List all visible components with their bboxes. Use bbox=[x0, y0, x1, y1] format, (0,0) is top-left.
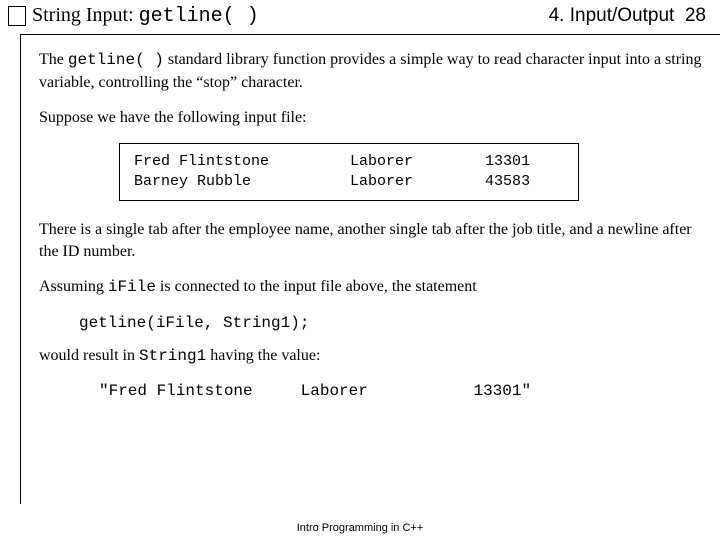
header-right: 4. Input/Output 28 bbox=[549, 5, 706, 27]
chapter-label: 4. Input/Output bbox=[549, 5, 675, 26]
title-code: getline( ) bbox=[139, 5, 259, 28]
result-value: "Fred Flintstone Laborer 13301" bbox=[99, 381, 706, 403]
assuming-t2: is connected to the input file above, th… bbox=[156, 278, 477, 295]
header-box-icon bbox=[8, 6, 26, 26]
suppose-paragraph: Suppose we have the following input file… bbox=[39, 107, 706, 129]
slide-title: String Input: getline( ) bbox=[32, 4, 259, 28]
intro-t1: The bbox=[39, 51, 68, 68]
assuming-code: iFile bbox=[108, 278, 156, 296]
code-statement: getline(iFile, String1); bbox=[79, 313, 706, 335]
assuming-t1: Assuming bbox=[39, 278, 108, 295]
slide: String Input: getline( ) 4. Input/Output… bbox=[0, 0, 720, 540]
tab-paragraph: There is a single tab after the employee… bbox=[39, 219, 706, 262]
slide-footer: Intro Programming in C++ bbox=[0, 522, 720, 534]
page-number: 28 bbox=[685, 5, 706, 26]
result-code: String1 bbox=[139, 347, 206, 365]
intro-code: getline( ) bbox=[68, 51, 164, 69]
result-paragraph: would result in String1 having the value… bbox=[39, 345, 706, 368]
intro-paragraph: The getline( ) standard library function… bbox=[39, 49, 706, 93]
input-file-box: Fred Flintstone Laborer 13301 Barney Rub… bbox=[119, 143, 579, 202]
slide-content: The getline( ) standard library function… bbox=[20, 34, 720, 504]
result-t2: having the value: bbox=[206, 347, 320, 364]
header-left: String Input: getline( ) bbox=[8, 4, 259, 28]
slide-header: String Input: getline( ) 4. Input/Output… bbox=[0, 0, 720, 32]
title-prefix: String Input: bbox=[32, 4, 139, 26]
assuming-paragraph: Assuming iFile is connected to the input… bbox=[39, 276, 706, 299]
result-t1: would result in bbox=[39, 347, 139, 364]
